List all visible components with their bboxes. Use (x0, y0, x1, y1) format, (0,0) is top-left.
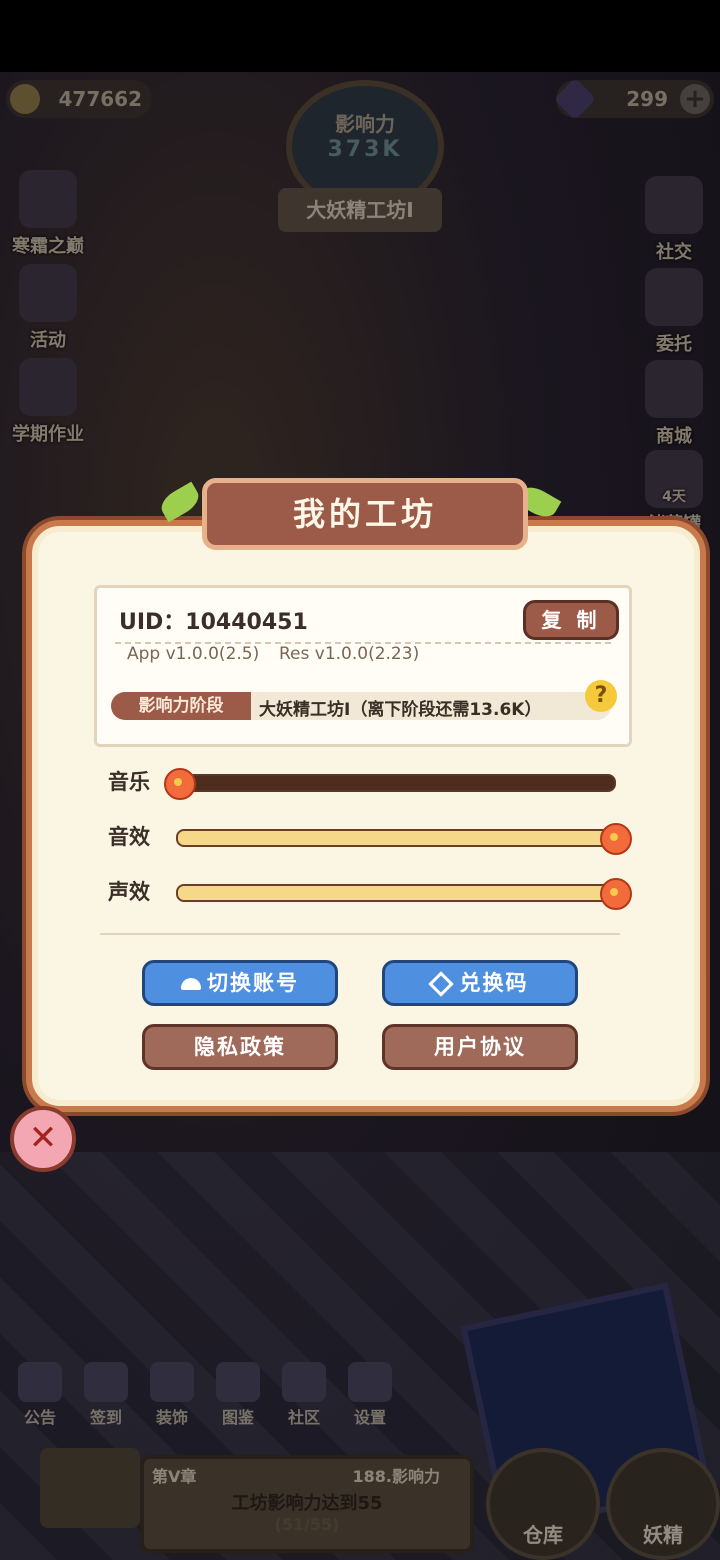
voice-knob[interactable] (600, 878, 632, 910)
question-bulb-icon[interactable]: ? (585, 680, 617, 712)
music-slider[interactable]: 音乐 (108, 766, 628, 800)
influence-stage-row: 影响力阶段 大妖精工坊Ⅰ（离下阶段还需13.6K） ? (111, 680, 617, 720)
ticket-icon (427, 971, 454, 997)
music-knob[interactable] (164, 768, 196, 800)
sfx-fill (178, 831, 614, 845)
voice-slider[interactable]: 声效 (108, 876, 632, 910)
dialog-separator (100, 933, 620, 935)
sfx-slider[interactable]: 音效 (108, 821, 632, 855)
redeem-code-button[interactable]: 兑换码 (382, 960, 578, 1006)
redeem-code-label: 兑换码 (459, 971, 529, 995)
music-track[interactable] (164, 768, 616, 800)
stage-text: 大妖精工坊Ⅰ（离下阶段还需13.6K） (259, 700, 542, 720)
switch-account-label: 切换账号 (207, 971, 299, 995)
music-label: 音乐 (108, 770, 150, 794)
voice-label: 声效 (108, 880, 150, 904)
sfx-knob[interactable] (600, 823, 632, 855)
close-icon[interactable]: ✕ (10, 1106, 76, 1172)
voice-track[interactable] (176, 878, 632, 910)
stage-label: 影响力阶段 (111, 692, 251, 720)
privacy-policy-button[interactable]: 隐私政策 (142, 1024, 338, 1070)
app-version: App v1.0.0(2.5) (127, 644, 260, 664)
switch-account-button[interactable]: 切换账号 (142, 960, 338, 1006)
res-version: Res v1.0.0(2.23) (279, 644, 420, 664)
uid-text: UID：10440451 (119, 610, 308, 635)
dialog-title: 我的工坊 (202, 478, 528, 550)
hat-icon (181, 978, 201, 990)
sfx-track[interactable] (176, 823, 632, 855)
voice-fill (178, 886, 614, 900)
account-info-card: UID：10440451 复 制 App v1.0.0(2.5) Res v1.… (94, 585, 632, 747)
copy-uid-button[interactable]: 复 制 (523, 600, 619, 640)
sfx-label: 音效 (108, 825, 150, 849)
user-agreement-button[interactable]: 用户协议 (382, 1024, 578, 1070)
